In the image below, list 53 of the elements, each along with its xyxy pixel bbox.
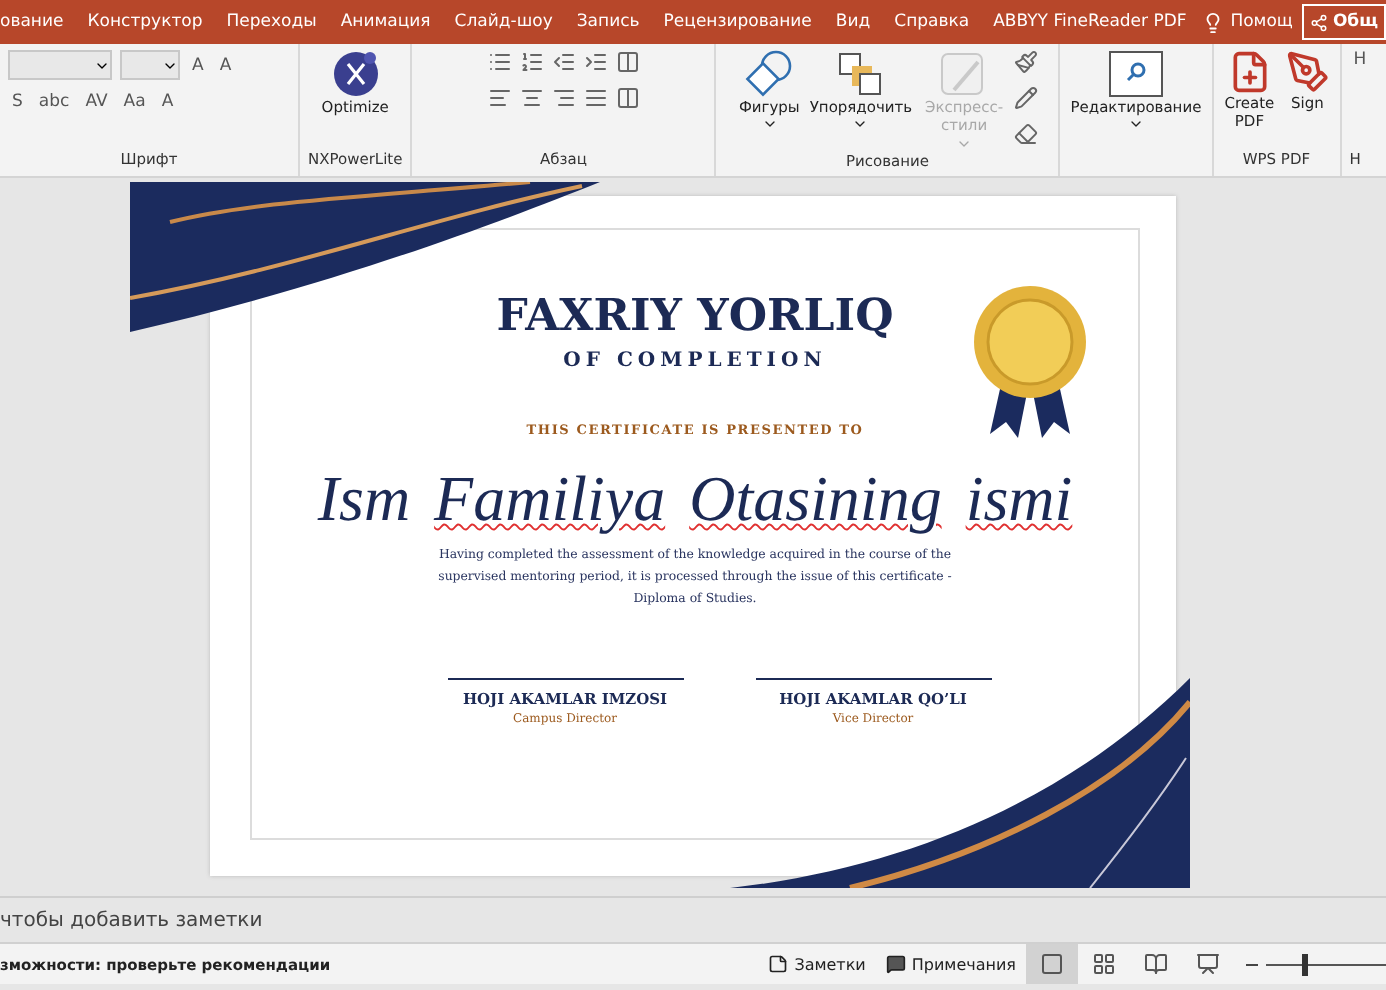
ribbon-tab[interactable]: Слайд-шоу — [442, 12, 565, 32]
notes-button[interactable]: Заметки — [758, 954, 876, 974]
certificate-subtitle: OF COMPLETION — [563, 350, 827, 372]
ribbon-tab[interactable]: Справка — [882, 12, 982, 32]
slide-sorter-icon — [1092, 952, 1116, 976]
reading-view-icon — [1144, 952, 1168, 976]
arrange-icon — [836, 50, 885, 98]
font-format-button[interactable]: S — [8, 92, 27, 112]
comment-icon — [885, 954, 906, 974]
normal-view-icon — [1040, 952, 1064, 976]
comments-button[interactable]: Примечания — [875, 954, 1026, 974]
lightbulb-icon — [1202, 11, 1225, 33]
recipient-name: Ism Familiya Otasining ismi — [317, 462, 1073, 536]
shapes-icon — [743, 50, 796, 98]
share-button[interactable]: Общ — [1302, 4, 1386, 40]
help-search[interactable]: Помощ — [1202, 11, 1303, 33]
view-button[interactable] — [1026, 944, 1078, 984]
ribbon-tab[interactable]: ABBYY FineReader PDF — [981, 12, 1199, 32]
pen-icon — [1285, 50, 1330, 94]
align-left-icon[interactable] — [487, 86, 512, 110]
search-icon — [1107, 50, 1164, 98]
ribbon-tab[interactable]: Анимация — [328, 12, 443, 32]
columns-icon[interactable] — [615, 50, 640, 74]
slideshow-icon — [1196, 952, 1220, 976]
ribbon-tab[interactable]: Переходы — [214, 12, 329, 32]
outline-icon[interactable] — [1014, 86, 1039, 110]
ribbon-tab[interactable]: Запись — [564, 12, 652, 32]
notes-placeholder[interactable]: чтобы добавить заметки — [0, 909, 263, 931]
justify-icon[interactable] — [583, 86, 608, 110]
ribbon-tab[interactable]: Конструктор — [75, 12, 215, 32]
align-right-icon[interactable] — [551, 86, 576, 110]
font-format-button[interactable]: AV — [81, 92, 112, 112]
font-format-button[interactable]: Aa — [119, 92, 150, 112]
zoom-thumb[interactable] — [1302, 953, 1308, 975]
indent-icon[interactable] — [583, 50, 608, 74]
font-format-button[interactable]: A — [157, 92, 178, 112]
numbering-icon[interactable] — [519, 50, 544, 74]
notes-icon — [768, 954, 789, 974]
font-size-button[interactable]: A — [188, 55, 208, 75]
x-globe-icon — [331, 50, 380, 98]
ribbon-tab[interactable]: ование — [0, 12, 76, 32]
certificate-title: FAXRIY YORLIQ — [496, 290, 894, 342]
outdent-icon[interactable] — [551, 50, 576, 74]
font-format-button[interactable]: abc — [34, 92, 74, 112]
font-size-button[interactable]: A — [215, 55, 236, 75]
ribbon-button[interactable]: H — [1349, 50, 1371, 70]
text-columns-icon[interactable] — [615, 86, 640, 110]
eraser-icon[interactable] — [1014, 122, 1039, 146]
share-icon — [1310, 13, 1329, 31]
fill-icon[interactable] — [1014, 50, 1039, 74]
align-center-icon[interactable] — [519, 86, 544, 110]
ribbon-tab[interactable]: Вид — [823, 12, 883, 32]
ribbon-tab[interactable]: Рецензирование — [651, 12, 824, 32]
